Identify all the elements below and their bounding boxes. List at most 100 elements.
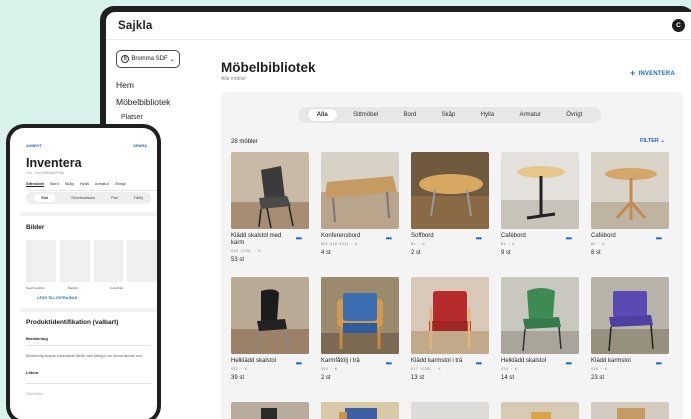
- tab-sittmobel[interactable]: Sittmöbel: [26, 181, 45, 187]
- cancel-button[interactable]: AVBRYT: [26, 143, 42, 148]
- chevron-down-icon: ⌄: [169, 56, 175, 63]
- table-photo: [411, 152, 489, 229]
- tab-skap[interactable]: Skåp: [65, 181, 74, 187]
- product-name: Karmfåtölj i trä: [321, 358, 360, 364]
- tab-bord[interactable]: Bord: [50, 181, 58, 187]
- more-options-icon[interactable]: •••: [296, 359, 302, 368]
- sidebar-nav: Hem Möbelbibliotek Platser: [116, 80, 170, 128]
- segment-skrivbordsstol[interactable]: Skrivbordsstol: [71, 196, 95, 200]
- naming-field[interactable]: [26, 345, 151, 346]
- product-name: Konferensbord: [321, 233, 361, 239]
- tab-skap[interactable]: Skåp: [433, 109, 465, 121]
- furniture-count: 28 möbler: [231, 139, 258, 145]
- product-identification-header: Produktidentifikation (valbart): [26, 319, 119, 326]
- image-slot[interactable]: [127, 240, 157, 282]
- section-divider: [20, 308, 157, 312]
- place-select-label: Bromma SDF: [131, 56, 168, 62]
- chair-photo: [591, 277, 669, 354]
- product-card[interactable]: Karmfåtölj i trä S53 · K 2 st •••: [321, 277, 399, 394]
- product-name: Klädd karmstol i trä: [411, 358, 463, 364]
- chair-photo[interactable]: [501, 402, 579, 419]
- more-options-icon[interactable]: •••: [386, 359, 392, 368]
- tab-bord[interactable]: Bord: [395, 109, 426, 121]
- maker-field[interactable]: Tillverkare: [26, 392, 43, 396]
- sidebar-item-hem[interactable]: Hem: [116, 80, 170, 90]
- filter-button[interactable]: FILTER ⌄: [640, 138, 665, 144]
- product-name: Soffbord: [411, 233, 434, 239]
- image-label: Snett framifrån: [26, 286, 45, 290]
- add-extra-image-button[interactable]: LÄGG TILL EXTRA BILD: [37, 296, 77, 300]
- product-name: Klädd skalstol med karm: [231, 233, 282, 246]
- inventory-id: inv_c5a1906ab09f8a: [26, 171, 64, 175]
- sidebar-item-platser[interactable]: Platser: [116, 114, 170, 121]
- image-slot[interactable]: [59, 240, 90, 282]
- chair-photo: [231, 152, 309, 229]
- more-options-icon[interactable]: •••: [296, 234, 302, 243]
- main-content: Möbelbibliotek Alla möbler + INVENTERA Al…: [211, 40, 691, 419]
- image-slot-labels: Snett framifrån Bakifrån Underifrån: [26, 286, 157, 290]
- brand-logo[interactable]: Sajkla: [118, 20, 152, 32]
- inventera-button[interactable]: + INVENTERA: [630, 68, 675, 78]
- chair-photo: [231, 277, 309, 354]
- product-card[interactable]: Klädd karmstol i trä S17 (S18) · K 13 st…: [411, 277, 489, 394]
- product-name: Klädd karmstol: [591, 358, 631, 364]
- product-card[interactable]: Klädd karmstol S28 · K 23 st •••: [591, 277, 669, 394]
- product-quantity: 39 st: [231, 375, 245, 381]
- product-card[interactable]: Cafébord B1 · K 9 st •••: [501, 152, 579, 269]
- table-photo: [321, 152, 399, 229]
- product-card[interactable]: Klädd skalstol med karm S1S (S29) · K 53…: [231, 152, 309, 269]
- segment-pall[interactable]: Pall: [111, 196, 117, 200]
- naming-label: Benämning: [26, 336, 48, 341]
- more-options-icon[interactable]: •••: [566, 359, 572, 368]
- chair-photo: [411, 277, 489, 354]
- chair-photo[interactable]: [321, 402, 399, 419]
- product-code: S1S (S29) · K: [231, 248, 261, 253]
- save-button[interactable]: SPARA: [133, 143, 147, 148]
- product-quantity: 9 st: [501, 250, 511, 256]
- more-options-icon[interactable]: •••: [656, 234, 662, 243]
- littera-field[interactable]: [26, 383, 151, 384]
- more-options-icon[interactable]: •••: [476, 359, 482, 368]
- tab-armatur[interactable]: Armatur: [95, 181, 109, 187]
- product-card[interactable]: Helklädd skalstol S24 · K 14 st •••: [501, 277, 579, 394]
- top-bar: Sajkla C: [106, 12, 691, 40]
- place-icon: B: [121, 55, 130, 63]
- sidebar-item-mobelbibliotek[interactable]: Möbelbibliotek: [116, 97, 170, 107]
- inventera-button-label: INVENTERA: [638, 71, 675, 77]
- tab-hylla[interactable]: Hylla: [472, 109, 503, 121]
- more-options-icon[interactable]: •••: [476, 234, 482, 243]
- tab-alla[interactable]: Alla: [307, 109, 337, 121]
- image-slot[interactable]: [93, 240, 124, 282]
- tab-ovrigt[interactable]: Övrigt: [115, 181, 126, 187]
- product-quantity: 2 st: [321, 375, 331, 381]
- tab-hylla[interactable]: Hylla: [80, 181, 89, 187]
- desktop-screen: Sajkla C B Bromma SDF ⌄ Hem Möbelbibliot…: [106, 12, 691, 419]
- tab-sittmobel[interactable]: Sittmöbel: [344, 109, 387, 121]
- more-options-icon[interactable]: •••: [656, 359, 662, 368]
- product-card[interactable]: Cafébord B1 · K 8 st •••: [591, 152, 669, 269]
- product-quantity: 53 st: [231, 257, 245, 263]
- product-card[interactable]: Konferensbord KO1-416-4311 · K 4 st •••: [321, 152, 399, 269]
- tab-armatur[interactable]: Armatur: [510, 109, 549, 121]
- tab-ovrigt[interactable]: Övrigt: [557, 109, 591, 121]
- more-options-icon[interactable]: •••: [566, 234, 572, 243]
- product-quantity: 2 st: [411, 250, 421, 256]
- chair-photo[interactable]: [411, 402, 489, 419]
- product-quantity: 14 st: [501, 375, 515, 381]
- page-subtitle: Alla möbler: [221, 76, 247, 82]
- product-card[interactable]: Soffbord B1 · K 2 st •••: [411, 152, 489, 269]
- avatar[interactable]: C: [672, 19, 685, 32]
- product-card[interactable]: Helklädd skalstol S52 · K 39 st •••: [231, 277, 309, 394]
- chair-photo[interactable]: [231, 402, 309, 419]
- image-slots: [26, 240, 157, 282]
- product-quantity: 23 st: [591, 375, 605, 381]
- place-select[interactable]: B Bromma SDF ⌄: [116, 50, 180, 68]
- image-slot[interactable]: [26, 240, 56, 282]
- desktop-mockup: Sajkla C B Bromma SDF ⌄ Hem Möbelbibliot…: [100, 6, 691, 419]
- chair-photo[interactable]: [591, 402, 669, 419]
- segment-fatolj[interactable]: Fåtölj: [134, 196, 143, 200]
- product-quantity: 13 st: [411, 375, 425, 381]
- more-options-icon[interactable]: •••: [386, 234, 392, 243]
- segment-stol[interactable]: Stol: [34, 194, 56, 202]
- page-title: Möbelbibliotek: [221, 60, 316, 75]
